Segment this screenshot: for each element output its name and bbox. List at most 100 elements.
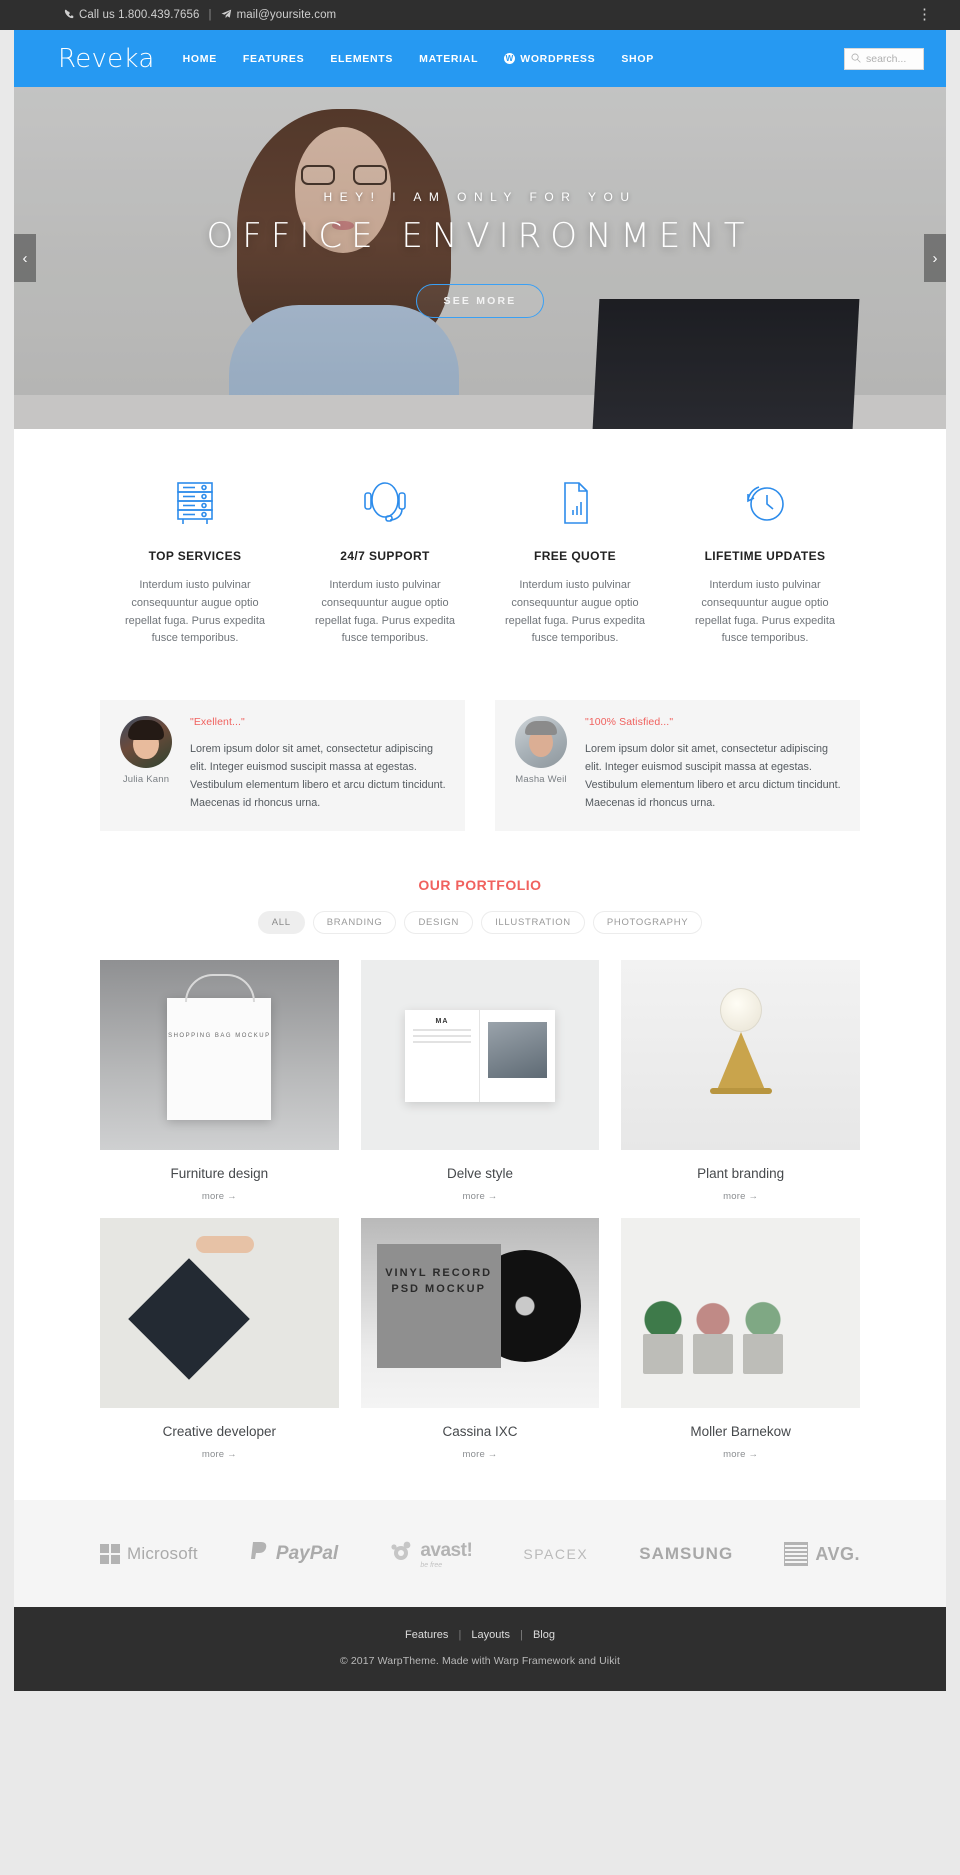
service-text: Interdum iusto pulvinar consequuntur aug…: [694, 579, 836, 645]
service-card-top-services: TOP SERVICES Interdum iusto pulvinar con…: [100, 477, 290, 648]
filter-all[interactable]: ALL: [257, 910, 305, 934]
footer-link-features[interactable]: Features: [405, 1629, 448, 1641]
site-footer: Features | Layouts | Blog © 2017 WarpThe…: [14, 1606, 946, 1691]
service-title: TOP SERVICES: [148, 549, 242, 563]
avatar: [515, 716, 567, 769]
brand-tagline: be free: [420, 1561, 443, 1569]
succulent-planters-image[interactable]: [621, 1217, 860, 1408]
testimonial-card: Julia Kann "Exellent..." Lorem ipsum dol…: [100, 700, 465, 831]
brand-microsoft[interactable]: Microsoft: [100, 1544, 198, 1565]
portfolio-more-link[interactable]: more →: [361, 1449, 600, 1460]
nav-label: HOME: [182, 52, 217, 65]
nav-item-home[interactable]: HOME: [183, 53, 217, 65]
brand-paypal[interactable]: PayPal: [249, 1541, 338, 1568]
testimonial-author: Julia Kann: [122, 774, 170, 786]
phone-icon: [64, 9, 74, 22]
portfolio-item-title: Plant branding: [697, 1165, 785, 1181]
paper-plane-icon: [221, 9, 232, 22]
vinyl-record-mockup-image[interactable]: VINYL RECORD PSD MOCKUP: [360, 1217, 600, 1408]
nav-label: MATERIAL: [419, 52, 479, 65]
brand-samsung[interactable]: SAMSUNG: [639, 1544, 733, 1564]
brand-label: AVG.: [815, 1543, 860, 1564]
page-root: Call us 1.800.439.7656 | mail@yoursite.c…: [0, 0, 960, 1705]
footer-separator: |: [520, 1628, 523, 1641]
testimonial-text: Lorem ipsum dolor sit amet, consectetur …: [190, 743, 446, 810]
hero-content: HEY! I AM ONLY FOR YOU OFFICE ENVIRONMEN…: [14, 87, 946, 429]
contact-info: Call us 1.800.439.7656 | mail@yoursite.c…: [64, 9, 336, 22]
topbar-separator: |: [208, 9, 212, 21]
footer-link-blog[interactable]: Blog: [533, 1629, 555, 1641]
wordpress-icon: W: [504, 53, 516, 64]
portfolio-item[interactable]: Creative developer more →: [100, 1217, 339, 1460]
portfolio-item[interactable]: Moller Barnekow more →: [621, 1217, 860, 1460]
testimonial-text: Lorem ipsum dolor sit amet, consectetur …: [585, 743, 841, 810]
testimonials-section: Julia Kann "Exellent..." Lorem ipsum dol…: [100, 682, 860, 871]
thumb-caption: VINYL RECORD PSD MOCKUP: [385, 1266, 493, 1295]
search-input[interactable]: [866, 52, 917, 65]
nav-item-elements[interactable]: ELEMENTS: [330, 53, 393, 65]
service-card-support: 24/7 SUPPORT Interdum iusto pulvinar con…: [290, 477, 480, 648]
headset-icon: [304, 477, 466, 533]
main-content: TOP SERVICES Interdum iusto pulvinar con…: [14, 429, 946, 1500]
brands-section: Microsoft PayPal avast! be free SPACEX S…: [14, 1499, 946, 1607]
site-header: Reveka HOME FEATURES ELEMENTS MATERIAL W…: [14, 30, 946, 87]
hero-prev-arrow[interactable]: ‹: [14, 234, 36, 282]
service-text: Interdum iusto pulvinar consequuntur aug…: [314, 579, 456, 645]
see-more-button[interactable]: SEE MORE: [416, 284, 544, 318]
avatar: [120, 716, 172, 769]
portfolio-item[interactable]: Plant branding more →: [621, 959, 860, 1202]
edison-bulb-lamp-image[interactable]: [621, 959, 860, 1150]
black-tote-bag-image[interactable]: [100, 1217, 339, 1408]
hero-slider: HEY! I AM ONLY FOR YOU OFFICE ENVIRONMEN…: [14, 87, 946, 429]
kebab-menu-icon[interactable]: ⋮: [917, 7, 938, 22]
portfolio-more-link[interactable]: more →: [100, 1449, 339, 1460]
portfolio-item-title: Moller Barnekow: [690, 1423, 791, 1439]
brand-label: SPACEX: [523, 1546, 589, 1563]
portfolio-item[interactable]: SHOPPING BAG MOCKUP Furniture design mor…: [100, 959, 339, 1202]
document-chart-icon: [494, 477, 656, 533]
shopping-bag-mockup-image[interactable]: SHOPPING BAG MOCKUP: [100, 959, 339, 1150]
services-section: TOP SERVICES Interdum iusto pulvinar con…: [100, 469, 860, 682]
hero-next-arrow[interactable]: ›: [924, 234, 946, 282]
portfolio-item-title: Creative developer: [162, 1423, 276, 1439]
brand-label: SAMSUNG: [639, 1544, 734, 1564]
portfolio-more-link[interactable]: more →: [621, 1191, 860, 1202]
portfolio-item-title: Furniture design: [170, 1165, 269, 1181]
nav-label: ELEMENTS: [330, 52, 394, 65]
service-card-lifetime-updates: LIFETIME UPDATES Interdum iusto pulvinar…: [670, 477, 860, 648]
microsoft-logo-icon: [100, 1544, 120, 1565]
brand-label: avast!: [420, 1539, 473, 1561]
brand-label: PayPal: [275, 1543, 339, 1565]
footer-link-layouts[interactable]: Layouts: [471, 1629, 510, 1641]
nav-item-features[interactable]: FEATURES: [243, 53, 304, 65]
nav-label: FEATURES: [242, 52, 305, 65]
brand-avast[interactable]: avast! be free: [389, 1539, 473, 1569]
nav-item-shop[interactable]: SHOP: [621, 53, 654, 65]
service-card-free-quote: FREE QUOTE Interdum iusto pulvinar conse…: [480, 477, 670, 648]
brand-avg[interactable]: AVG.: [784, 1542, 860, 1567]
nav-label: WORDPRESS: [520, 52, 596, 65]
portfolio-item[interactable]: MA Delve style more →: [360, 959, 600, 1202]
service-text: Interdum iusto pulvinar consequuntur aug…: [504, 579, 646, 645]
phone-text: Call us 1.800.439.7656: [79, 9, 200, 21]
open-magazine-mockup-image[interactable]: MA: [360, 959, 600, 1150]
nav-item-material[interactable]: MATERIAL: [419, 53, 478, 65]
portfolio-more-link[interactable]: more →: [100, 1191, 339, 1202]
brand-spacex[interactable]: SPACEX: [523, 1546, 588, 1562]
filter-design[interactable]: DESIGN: [404, 910, 474, 934]
nav-item-wordpress[interactable]: W WORDPRESS: [504, 53, 595, 65]
footer-separator: |: [458, 1628, 462, 1641]
thumb-caption: MA: [435, 1017, 449, 1025]
filter-illustration[interactable]: ILLUSTRATION: [481, 910, 585, 934]
site-logo[interactable]: Reveka: [58, 44, 155, 74]
filter-photography[interactable]: PHOTOGRAPHY: [592, 910, 703, 934]
footer-links: Features | Layouts | Blog: [14, 1629, 946, 1641]
email-text: mail@yoursite.com: [236, 9, 337, 21]
portfolio-more-link[interactable]: more →: [361, 1191, 600, 1202]
service-text: Interdum iusto pulvinar consequuntur aug…: [124, 579, 266, 645]
brand-label: Microsoft: [127, 1544, 198, 1564]
filter-branding[interactable]: BRANDING: [312, 910, 397, 934]
portfolio-item[interactable]: VINYL RECORD PSD MOCKUP Cassina IXC more…: [360, 1217, 600, 1460]
search-box[interactable]: [844, 47, 924, 70]
portfolio-more-link[interactable]: more →: [621, 1449, 860, 1460]
